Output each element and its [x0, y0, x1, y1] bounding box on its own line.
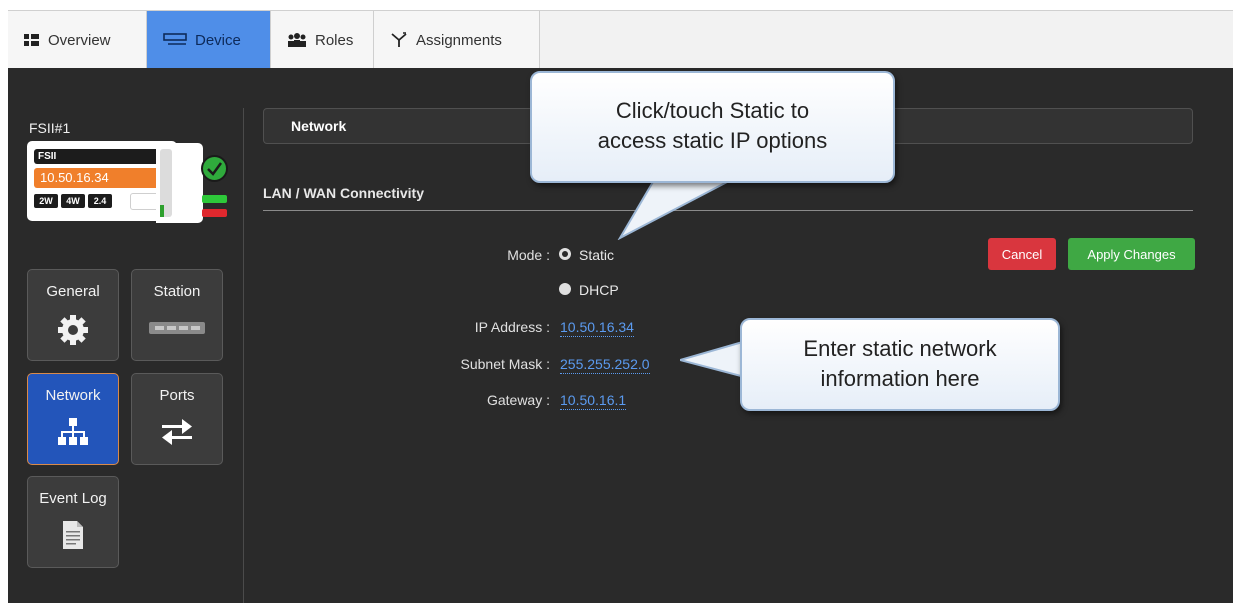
- ip-address-field[interactable]: 10.50.16.34: [560, 319, 634, 337]
- cancel-button[interactable]: Cancel: [988, 238, 1056, 270]
- device-card-name: FSII: [34, 149, 161, 164]
- device-icon: [163, 33, 187, 45]
- network-icon: [58, 418, 88, 445]
- static-callout: Click/touch Static to access static IP o…: [530, 71, 895, 183]
- status-ok-icon: [201, 155, 228, 182]
- tab-device-label: Device: [195, 31, 241, 49]
- device-name: FSII#1: [29, 120, 71, 136]
- arrows-icon: [162, 419, 192, 445]
- tile-network-label: Network: [45, 387, 101, 404]
- mode-label: Mode :: [507, 247, 550, 263]
- tab-roles-label: Roles: [315, 31, 354, 49]
- tab-roles[interactable]: Roles: [271, 11, 374, 69]
- assignment-icon: [391, 32, 407, 47]
- tile-station[interactable]: Station: [131, 269, 223, 361]
- plug-green-icon: [202, 195, 227, 203]
- static-callout-line2: access static IP options: [597, 128, 828, 153]
- ip-address-label: IP Address :: [474, 319, 550, 335]
- subnet-mask-label: Subnet Mask :: [460, 356, 551, 372]
- section-title: Network: [291, 118, 347, 134]
- radio-dhcp-label[interactable]: DHCP: [579, 282, 619, 298]
- static-callout-line1: Click/touch Static to: [615, 98, 810, 123]
- level-bar-fill: [160, 205, 164, 217]
- tab-overview[interactable]: Overview: [8, 11, 147, 69]
- gear-icon: [58, 315, 88, 345]
- tile-ports-label: Ports: [159, 387, 195, 404]
- device-card[interactable]: FSII 10.50.16.34 2W 4W 2.4: [27, 141, 177, 221]
- device-level-meter: [156, 143, 203, 223]
- network-callout-line2: information here: [820, 366, 980, 391]
- sidebar-divider: [243, 108, 244, 603]
- gateway-field[interactable]: 10.50.16.1: [560, 392, 627, 410]
- tile-general-label: General: [46, 283, 100, 300]
- tile-station-label: Station: [153, 283, 201, 300]
- tile-event-log[interactable]: Event Log: [27, 476, 119, 568]
- device-card-ip: 10.50.16.34: [34, 168, 161, 188]
- subnet-mask-field[interactable]: 255.255.252.0: [560, 356, 650, 374]
- device-pill-2w: 2W: [34, 194, 58, 208]
- tab-device[interactable]: Device: [147, 11, 271, 69]
- tile-ports[interactable]: Ports: [131, 373, 223, 465]
- network-callout-line1: Enter static network: [803, 336, 997, 361]
- plug-red-icon: [202, 209, 227, 217]
- device-pill-4w: 4W: [61, 194, 85, 208]
- radio-dhcp[interactable]: [559, 283, 571, 295]
- station-icon: [149, 322, 205, 334]
- document-icon: [63, 521, 83, 549]
- radio-static-label[interactable]: Static: [579, 247, 614, 263]
- grid-icon: [24, 34, 39, 46]
- tile-network[interactable]: Network: [27, 373, 119, 465]
- tab-overview-label: Overview: [48, 31, 111, 49]
- subsection-title: LAN / WAN Connectivity: [263, 185, 425, 201]
- tab-assignments[interactable]: Assignments: [374, 11, 540, 69]
- tab-bar: Overview Device Roles Assignments: [8, 10, 1233, 69]
- radio-static[interactable]: [559, 248, 571, 260]
- tile-event-log-label: Event Log: [39, 490, 107, 507]
- gateway-label: Gateway :: [486, 392, 550, 408]
- network-callout: Enter static network information here: [740, 318, 1060, 411]
- tile-general[interactable]: General: [27, 269, 119, 361]
- people-icon: [288, 33, 306, 47]
- apply-changes-button[interactable]: Apply Changes: [1068, 238, 1195, 270]
- device-pill-24: 2.4: [88, 194, 112, 208]
- tab-assignments-label: Assignments: [416, 31, 502, 49]
